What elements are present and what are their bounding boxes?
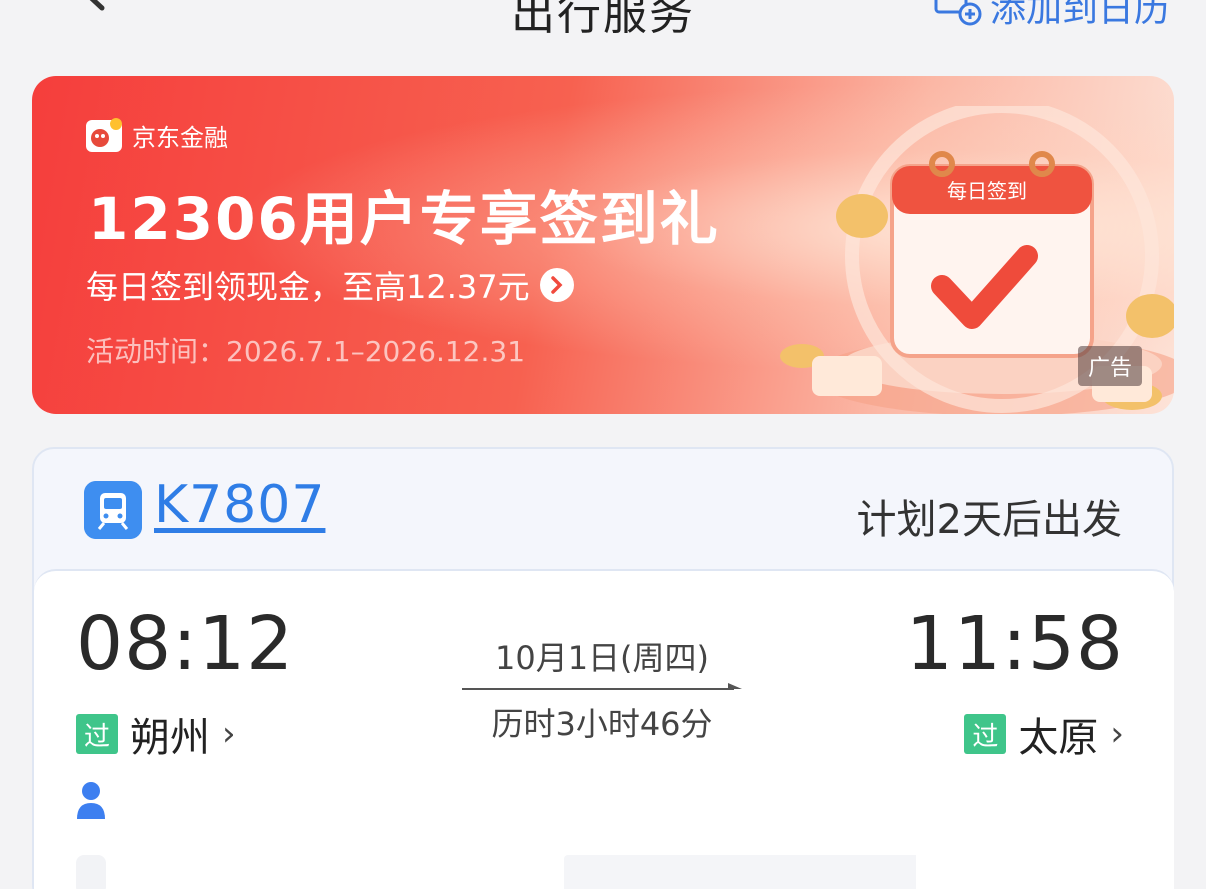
brand: 京东金融 [84,116,228,154]
train-icon [84,481,142,539]
passenger-icon [77,782,105,819]
from-station[interactable]: 过 朔州 › [76,705,236,763]
trip-card[interactable]: K7807 计划2天后出发 08:12 11:58 10月1日(周四) 历时3小… [32,447,1174,889]
activity-period: 活动时间：2026.7.1–2026.12.31 [86,335,526,368]
to-station-name: 太原 [1018,715,1099,761]
banner-subtitle-text: 每日签到领现金，至高12.37元 [86,268,530,306]
chevron-right-icon: › [222,714,236,754]
banner-title: 12306用户专享签到礼 [88,185,720,253]
add-to-calendar-label: 添加到日历 [989,0,1170,30]
top-bar: 出行服务 添加到日历 [0,0,1206,60]
jd-finance-logo-icon [86,118,122,152]
travel-date: 10月1日(周四) [494,639,710,677]
chevron-right-circle-icon [539,268,574,302]
departure-time: 08:12 [76,601,295,687]
to-station[interactable]: 过 太原 › [964,705,1124,763]
trip-details: 08:12 11:58 10月1日(周四) 历时3小时46分 过 朔州 › 过 … [34,569,1174,889]
calendar-label: 每日签到 [947,179,1027,203]
ad-banner[interactable]: 京东金融 12306用户专享签到礼 每日签到领现金，至高12.37元 活动时间：… [32,76,1174,414]
pass-badge: 过 [76,714,118,754]
ad-tag: 广告 [1077,346,1142,386]
train-number-link[interactable]: K7807 [154,475,325,535]
direction-arrow-icon [462,683,742,690]
obscured-content [76,855,916,889]
arrival-time: 11:58 [905,601,1124,687]
add-to-calendar-button[interactable]: 添加到日历 [932,0,1170,32]
departure-plan: 计划2天后出发 [856,497,1122,543]
travel-duration: 历时3小时46分 [491,705,713,743]
chevron-right-icon: › [1110,714,1124,754]
pass-badge: 过 [964,714,1007,754]
from-station-name: 朔州 [130,715,210,761]
calendar-add-icon [934,0,982,26]
brand-name: 京东金融 [132,123,228,152]
banner-subtitle[interactable]: 每日签到领现金，至高12.37元 [86,262,574,308]
